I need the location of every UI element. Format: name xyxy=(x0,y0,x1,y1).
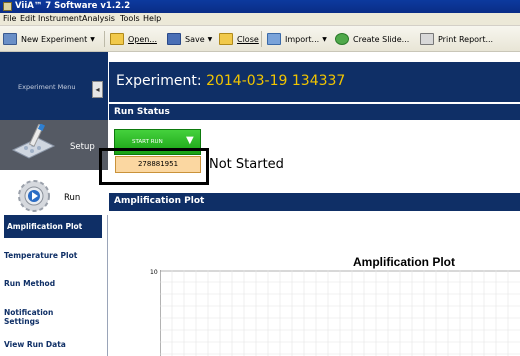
chart-title: Amplification Plot xyxy=(353,255,455,269)
run-gear-icon xyxy=(18,180,50,212)
menu-analysis[interactable]: Analysis xyxy=(82,14,115,23)
import-icon xyxy=(267,33,281,45)
amplification-plot-header: Amplification Plot xyxy=(109,193,520,211)
dropdown-arrow-icon: ▼ xyxy=(90,35,95,43)
close-folder-icon xyxy=(219,33,233,45)
open-button[interactable]: Open... xyxy=(110,32,157,46)
toolbar: New Experiment ▼ Open... Save ▼ Close Impo… xyxy=(0,26,520,52)
setup-label: Setup xyxy=(70,142,95,152)
y-tick-label: 10 xyxy=(150,269,158,276)
experiment-name: 2014-03-19 134337 xyxy=(206,73,346,89)
new-experiment-button[interactable]: New Experiment ▼ xyxy=(3,32,95,46)
collapse-sidebar-button[interactable]: ◂ xyxy=(92,81,103,98)
dropdown-arrow-icon: ▼ xyxy=(322,35,327,43)
printer-icon xyxy=(420,33,434,45)
app-icon xyxy=(3,2,12,11)
start-run-label: START RUN xyxy=(132,139,163,145)
nav-notification-settings[interactable]: Notification Settings xyxy=(4,308,64,326)
nav-run-method[interactable]: Run Method xyxy=(4,279,104,288)
experiment-sidebar: Experiment Menu ◂ Setup Run Amplificatio… xyxy=(0,52,108,356)
nav-view-run-data[interactable]: View Run Data xyxy=(4,340,104,349)
nav-amplification-plot[interactable]: Amplification Plot xyxy=(4,215,102,238)
menu-file[interactable]: File xyxy=(3,14,16,23)
window-title: ViiA™ 7 Software v1.2.2 xyxy=(15,1,131,11)
amplification-chart xyxy=(160,270,520,356)
menu-tools[interactable]: Tools xyxy=(120,14,140,23)
save-icon xyxy=(167,33,181,45)
toolbar-separator xyxy=(104,31,105,47)
toolbar-separator xyxy=(261,31,262,47)
new-experiment-icon xyxy=(3,33,17,45)
run-step[interactable]: Run xyxy=(0,170,108,215)
nav-temperature-plot[interactable]: Temperature Plot xyxy=(4,251,104,260)
save-button[interactable]: Save ▼ xyxy=(167,32,212,46)
setup-step[interactable]: Setup xyxy=(0,120,108,170)
menu-edit[interactable]: Edit xyxy=(20,14,36,23)
sidebar-header: Experiment Menu ◂ xyxy=(0,52,108,120)
menu-bar: File Edit Instrument Analysis Tools Help xyxy=(0,13,520,26)
highlight-box xyxy=(99,148,209,185)
dropdown-arrow-icon: ▼ xyxy=(207,35,213,43)
create-slide-button[interactable]: Create Slide... xyxy=(335,32,409,46)
run-status-text: Not Started xyxy=(209,157,284,172)
run-label: Run xyxy=(64,193,81,203)
print-report-button[interactable]: Print Report... xyxy=(420,32,493,46)
chart-grid xyxy=(160,270,520,356)
experiment-title: Experiment: 2014-03-19 134337 xyxy=(116,73,345,89)
run-status-title: Run Status xyxy=(114,107,170,117)
amplification-plot-section-title: Amplification Plot xyxy=(114,196,205,206)
import-button[interactable]: Import... ▼ xyxy=(267,32,327,46)
experiment-header: Experiment: 2014-03-19 134337 xyxy=(109,62,520,102)
menu-help[interactable]: Help xyxy=(143,14,161,23)
slide-icon xyxy=(335,33,349,45)
title-bar: ViiA™ 7 Software v1.2.2 xyxy=(0,0,520,13)
setup-plate-icon xyxy=(11,124,56,159)
close-button[interactable]: Close xyxy=(219,32,259,46)
folder-icon xyxy=(110,33,124,45)
experiment-menu-label: Experiment Menu xyxy=(18,83,76,91)
experiment-prefix: Experiment: xyxy=(116,73,202,89)
dropdown-arrow-icon[interactable]: ▼ xyxy=(186,135,194,146)
menu-instrument[interactable]: Instrument xyxy=(38,14,82,23)
run-status-header: Run Status xyxy=(109,102,520,120)
